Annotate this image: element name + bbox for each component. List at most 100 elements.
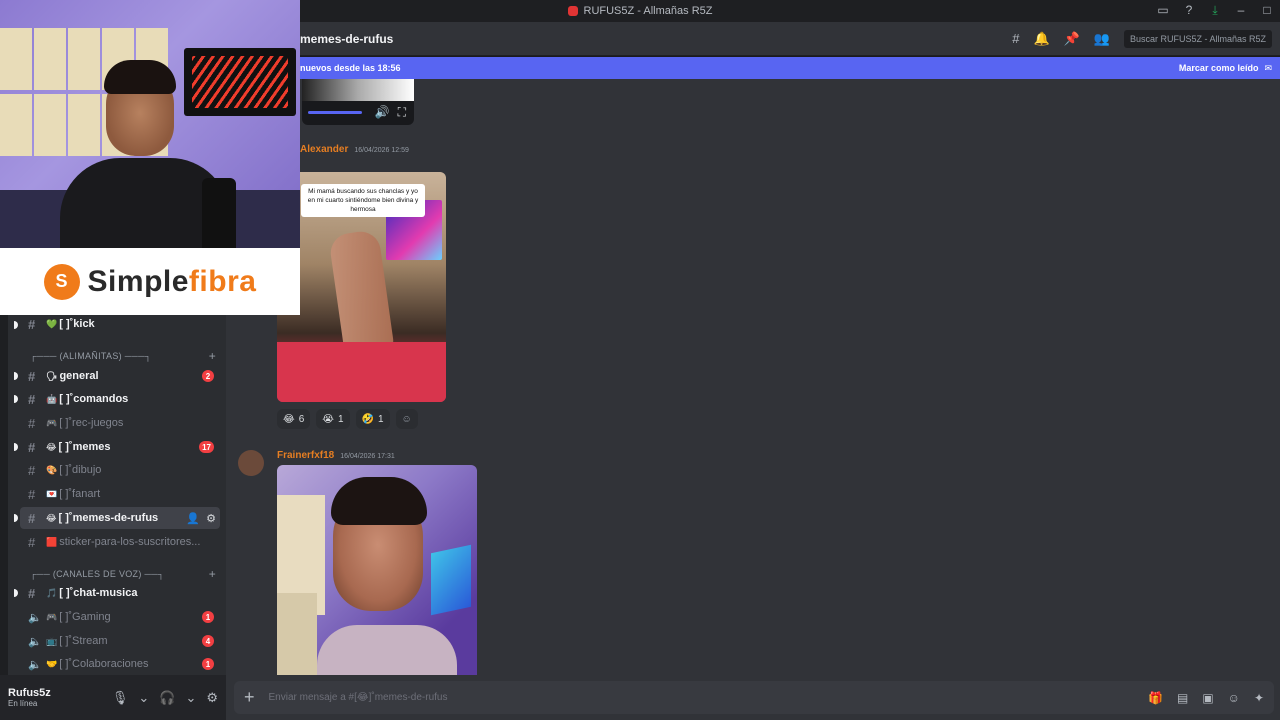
message-timestamp: 16/04/2026 12:59 <box>354 147 409 154</box>
hash-icon: # <box>28 391 36 407</box>
channel-label: [ ]˚Stream <box>59 635 108 647</box>
invite-icon[interactable]: 👤 <box>186 512 200 525</box>
channel-chat-musica[interactable]: # 🎵 [ ]˚chat-musica <box>20 582 220 604</box>
window-title: RUFUS5Z - Allmañas R5Z <box>583 5 713 17</box>
channel-title: memes-de-rufus <box>300 31 394 46</box>
channel-rec-juegos[interactable]: # 🎮 [ ]˚rec-juegos <box>20 412 220 434</box>
user-settings-gear-icon[interactable]: ⚙ <box>206 690 218 706</box>
hash-icon: # <box>28 316 36 332</box>
reaction-emoji: 🤣 <box>361 413 374 425</box>
mention-badge: 17 <box>199 441 214 453</box>
hash-icon: # <box>28 510 36 526</box>
webcam-feed <box>0 0 300 248</box>
mark-as-read-button[interactable]: Marcar como leído <box>1179 63 1259 73</box>
pin-icon[interactable]: 📌 <box>1064 31 1080 47</box>
username[interactable]: Rufus5z <box>8 687 51 699</box>
emoji-icon[interactable]: ☺ <box>1228 691 1240 705</box>
mark-read-icon[interactable]: ✉ <box>1264 63 1272 74</box>
reaction-emoji: 😂 <box>283 413 295 425</box>
channel-emoji: 🟥 <box>46 536 58 547</box>
reaction-bar: 😂 6 😭 1 🤣 1 ☺ <box>277 409 418 429</box>
minimize-icon[interactable]: – <box>1234 3 1248 17</box>
maximize-icon[interactable]: □ <box>1260 3 1274 17</box>
channel-header: memes-de-rufus # 🔔 📌 👥 Buscar RUFUS5Z - … <box>226 22 1280 56</box>
member-list-icon[interactable]: 👥 <box>1094 31 1110 47</box>
channel-emoji: 🎵 <box>46 587 58 598</box>
volume-slider[interactable] <box>308 111 362 114</box>
message-author[interactable]: Alexander <box>300 144 348 155</box>
voice-channel-colaboraciones[interactable]: 🔈 🤝 [ ]˚Colaboraciones 1 <box>20 653 220 675</box>
message-input[interactable]: Enviar mensaje a #[😂]˚memes-de-rufus <box>269 692 448 703</box>
reaction-laugh[interactable]: 😂 6 <box>277 409 311 429</box>
microphone-icon[interactable]: 🎙 <box>112 690 129 706</box>
gift-icon[interactable]: 🎁 <box>1148 691 1163 705</box>
reaction-count: 1 <box>377 413 384 425</box>
speaker-icon: 🔈 <box>28 611 42 624</box>
reaction-emoji: 😭 <box>322 413 334 425</box>
channel-label: [ ]˚memes <box>58 441 111 453</box>
channel-memes-de-rufus[interactable]: # 😂 [ ]˚memes-de-rufus 👤 ⚙ <box>20 507 220 529</box>
search-input[interactable]: Buscar RUFUS5Z - Allmañas R5Z <box>1124 29 1272 48</box>
chevron-down-icon[interactable]: ⌄ <box>185 690 196 706</box>
add-reaction-button[interactable]: ☺ <box>395 409 418 429</box>
screen-share-icon[interactable]: ▭ <box>1156 3 1170 17</box>
category-canales-de-voz[interactable]: ┌── (CANALES DE VOZ) ──┐ + <box>30 566 216 582</box>
channel-label: [ ]˚chat-musica <box>59 587 138 599</box>
channel-general[interactable]: # 🗣 general 2 <box>20 365 220 387</box>
sponsor-name-a: Simple <box>87 264 189 298</box>
channel-label: [ ]˚kick <box>59 318 95 330</box>
channel-emoji: 🤖 <box>46 393 58 404</box>
voice-channel-gaming[interactable]: 🔈 🎮 [ ]˚Gaming 1 <box>20 606 220 628</box>
channel-emoji: 🤝 <box>46 658 58 669</box>
channel-fanart[interactable]: # 💌 [ ]˚fanart <box>20 483 220 505</box>
new-messages-bar[interactable]: nuevos desde las 18:56 Marcar como leído… <box>226 57 1280 79</box>
download-icon[interactable]: ⤓ <box>1208 3 1222 17</box>
apps-icon[interactable]: ✦ <box>1254 691 1264 705</box>
meme-image-attachment[interactable]: Mi mamá buscando sus chanclas y yo en mi… <box>277 172 446 402</box>
settings-gear-icon[interactable]: ⚙ <box>206 512 216 525</box>
voice-channel-stream[interactable]: 🔈 📺 [ ]˚Stream 4 <box>20 630 220 652</box>
meme-image-attachment[interactable] <box>277 465 477 675</box>
channel-label: [ ]˚Gaming <box>59 611 111 623</box>
image-caption: Mi mamá buscando sus chanclas y yo en mi… <box>301 184 425 218</box>
help-icon[interactable]: ? <box>1182 3 1196 17</box>
member-count-badge: 4 <box>202 635 214 647</box>
video-player[interactable]: 🔊 ⛶ <box>302 79 414 125</box>
channel-label: [ ]˚rec-juegos <box>59 417 124 429</box>
user-panel: Rufus5z En línea 🎙 ⌄ 🎧 ⌄ ⚙ <box>0 675 226 720</box>
channel-emoji: 📺 <box>46 635 58 646</box>
channel-label: [ ]˚fanart <box>59 488 101 500</box>
notification-bell-icon[interactable]: 🔔 <box>1033 31 1049 47</box>
channel-comandos[interactable]: # 🤖 [ ]˚comandos <box>20 388 220 410</box>
chevron-down-icon[interactable]: ⌄ <box>138 690 149 706</box>
gif-icon[interactable]: ▤ <box>1177 691 1188 705</box>
add-channel-icon[interactable]: + <box>209 349 216 363</box>
channel-sticker[interactable]: # 🟥 sticker-para-los-suscritores... <box>20 531 220 553</box>
speaker-icon: 🔈 <box>28 635 42 648</box>
user-status: En línea <box>8 699 38 708</box>
channel-label: sticker-para-los-suscritores... <box>59 536 201 548</box>
category-alimanitas[interactable]: ┌─── (ALIMAÑITAS) ───┐ + <box>30 348 216 364</box>
volume-icon[interactable]: 🔊 <box>375 105 390 120</box>
upload-plus-icon[interactable]: + <box>244 687 255 708</box>
channel-kick[interactable]: # 💚 [ ]˚kick <box>20 313 220 335</box>
sticker-icon[interactable]: ▣ <box>1202 691 1213 705</box>
message-author[interactable]: Frainerfxf18 <box>277 450 334 461</box>
hash-icon: # <box>28 368 36 384</box>
speaker-icon: 🔈 <box>28 658 42 671</box>
channel-emoji: 😂 <box>46 512 57 523</box>
reaction-cry[interactable]: 😭 1 <box>316 409 350 429</box>
reaction-count: 1 <box>337 413 344 425</box>
sponsor-name-b: fibra <box>188 264 257 298</box>
channel-memes[interactable]: # 😂 [ ]˚memes 17 <box>20 436 220 458</box>
reaction-rofl[interactable]: 🤣 1 <box>355 409 390 429</box>
fullscreen-icon[interactable]: ⛶ <box>398 105 406 120</box>
channel-label: [ ]˚Colaboraciones <box>59 658 149 670</box>
new-messages-text: nuevos desde las 18:56 <box>300 63 401 73</box>
threads-icon[interactable]: # <box>1012 31 1019 46</box>
channel-emoji: 🎨 <box>46 464 58 475</box>
headphones-icon[interactable]: 🎧 <box>159 690 175 706</box>
avatar[interactable] <box>238 450 264 476</box>
channel-dibujo[interactable]: # 🎨 [ ]˚dibujo <box>20 459 220 481</box>
add-channel-icon[interactable]: + <box>209 567 216 581</box>
